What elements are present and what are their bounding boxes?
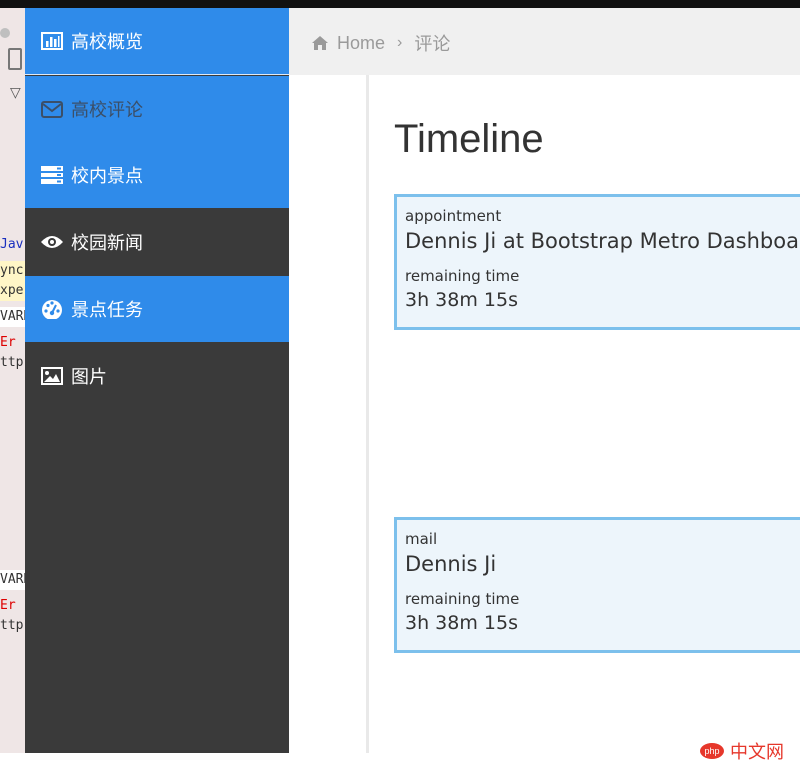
main-content: Timeline appointment Dennis Ji at Bootst…: [369, 75, 800, 753]
remaining-time-label: remaining time: [405, 267, 520, 285]
timeline-card[interactable]: appointment Dennis Ji at Bootstrap Metro…: [394, 194, 800, 330]
filter-icon[interactable]: ▽: [10, 86, 21, 100]
console-line: Jav.: [0, 237, 25, 252]
watermark-logo: php 中文网: [700, 738, 784, 764]
sidebar-item-label: 校内景点: [71, 166, 143, 187]
console-line: xpe: [0, 281, 25, 301]
console-line: ttp: [0, 618, 24, 633]
timeline-title: Dennis Ji: [405, 552, 497, 576]
console-line: Er: [0, 335, 16, 350]
sidebar-item-label: 图片: [71, 367, 107, 388]
window-control-dot[interactable]: [0, 28, 10, 38]
bar-chart-icon: [39, 32, 65, 50]
dashboard-gauge-icon: [39, 299, 65, 319]
sidebar-item-tasks[interactable]: 景点任务: [25, 276, 289, 342]
picture-icon: [39, 367, 65, 385]
timeline-type: appointment: [405, 207, 502, 225]
console-line: Er: [0, 598, 16, 613]
console-line: ttp: [0, 355, 24, 370]
home-icon[interactable]: [311, 35, 329, 51]
content-gutter: [289, 75, 369, 753]
sidebar-item-scenic-spots[interactable]: 校内景点: [25, 142, 289, 208]
breadcrumb-current: 评论: [414, 34, 451, 54]
remaining-time-label: remaining time: [405, 590, 520, 608]
console-line: VARN: [0, 307, 25, 327]
breadcrumb-home-link[interactable]: Home: [337, 33, 385, 54]
envelope-icon: [39, 100, 65, 118]
sidebar-item-comments[interactable]: 高校评论: [25, 76, 289, 142]
sidebar-item-label: 高校概览: [71, 32, 143, 53]
timeline-card[interactable]: mail Dennis Ji remaining time 3h 38m 15s: [394, 517, 800, 653]
sidebar-item-overview[interactable]: 高校概览: [25, 8, 289, 75]
timeline-title: Dennis Ji at Bootstrap Metro Dashboard: [405, 229, 800, 253]
window-top-strip: [0, 0, 800, 8]
breadcrumb: Home › 评论: [311, 30, 450, 56]
watermark-text: 中文网: [730, 742, 784, 763]
php-logo-icon: php: [700, 743, 724, 759]
sidebar-item-news[interactable]: 校园新闻: [25, 209, 289, 275]
console-line: VARN: [0, 570, 25, 590]
timeline-type: mail: [405, 530, 438, 548]
chevron-right-icon: ›: [397, 34, 403, 51]
remaining-time-value: 3h 38m 15s: [405, 612, 518, 634]
sidebar-item-label: 校园新闻: [71, 233, 143, 254]
device-toggle-icon[interactable]: [8, 48, 22, 70]
top-header: Home › 评论: [289, 8, 800, 76]
sidebar-item-label: 景点任务: [71, 300, 143, 321]
sidebar: 高校概览 高校评论 校内景点 校园新闻 景点任务 图片: [25, 8, 289, 753]
page-title: Timeline: [394, 117, 544, 161]
console-line: ync: [0, 261, 25, 281]
eye-icon: [39, 234, 65, 250]
server-icon: [39, 166, 65, 184]
remaining-time-value: 3h 38m 15s: [405, 289, 518, 311]
sidebar-item-pictures[interactable]: 图片: [25, 343, 289, 409]
background-devtools-window: ▽ Jav. ync xpe VARN Er ttp VARN Er ttp: [0, 8, 26, 753]
sidebar-item-label: 高校评论: [71, 100, 143, 121]
